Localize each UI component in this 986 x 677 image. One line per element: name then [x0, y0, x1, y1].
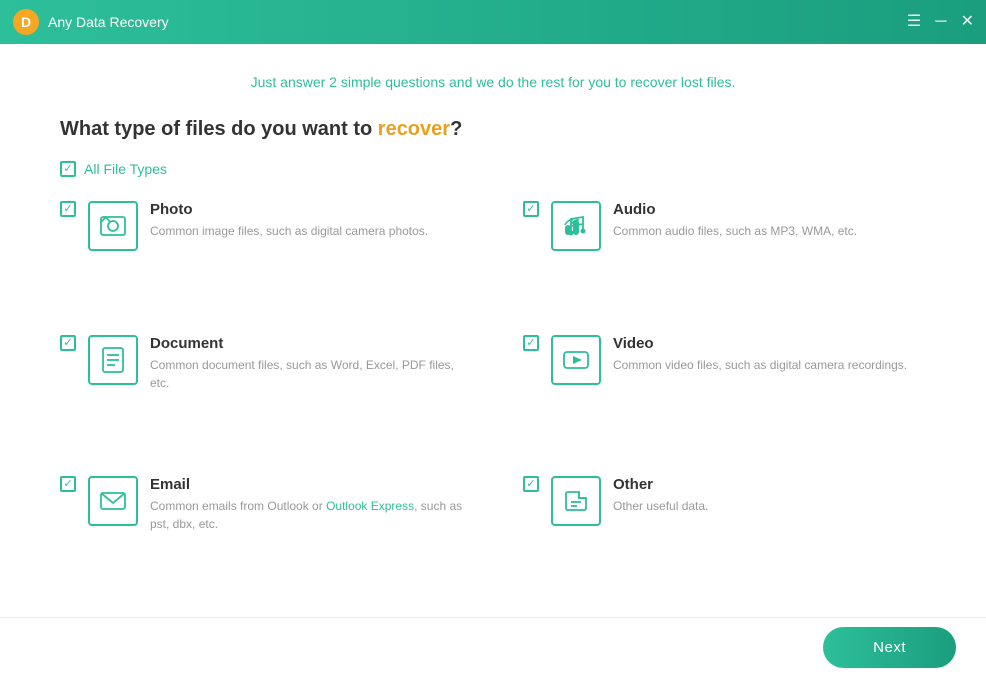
email-info: Email Common emails from Outlook or Outl… [150, 476, 463, 533]
outlook-express-link[interactable]: Outlook Express [326, 499, 414, 513]
audio-checkbox[interactable]: ✓ [523, 201, 539, 217]
other-name: Other [613, 476, 926, 493]
title-bar-left: D Any Data Recovery [12, 8, 169, 36]
video-checkbox[interactable]: ✓ [523, 335, 539, 351]
other-icon-wrap [551, 476, 601, 526]
app-title: Any Data Recovery [48, 14, 169, 30]
document-desc: Common document files, such as Word, Exc… [150, 356, 463, 392]
other-desc: Other useful data. [613, 497, 926, 515]
checkbox-checkmark: ✓ [63, 164, 72, 175]
document-checkmark: ✓ [63, 338, 72, 349]
photo-checkmark: ✓ [63, 204, 72, 215]
main-content: Just answer 2 simple questions and we do… [0, 44, 986, 617]
audio-info: Audio Common audio files, such as MP3, W… [613, 201, 926, 240]
file-type-email: ✓ Email Common emails from Outlook or Ou… [60, 476, 463, 597]
photo-info: Photo Common image files, such as digita… [150, 201, 463, 240]
email-checkmark: ✓ [63, 479, 72, 490]
other-info: Other Other useful data. [613, 476, 926, 515]
audio-icon [561, 211, 591, 241]
email-checkbox[interactable]: ✓ [60, 476, 76, 492]
other-icon [561, 486, 591, 516]
other-checkmark: ✓ [526, 479, 535, 490]
file-types-grid: ✓ Photo Common image files, such as digi… [60, 201, 926, 597]
question-text: What type of files do you want to recove… [60, 118, 926, 141]
photo-desc: Common image files, such as digital came… [150, 222, 463, 240]
email-icon [98, 486, 128, 516]
email-icon-wrap [88, 476, 138, 526]
question-highlight: recover [378, 118, 450, 140]
video-name: Video [613, 335, 926, 352]
photo-icon-wrap [88, 201, 138, 251]
file-type-video: ✓ Video Common video files, such as digi… [523, 335, 926, 456]
file-type-audio: ✓ [523, 201, 926, 315]
photo-checkbox[interactable]: ✓ [60, 201, 76, 217]
all-file-types-checkbox[interactable]: ✓ [60, 161, 76, 177]
all-file-types-label: All File Types [84, 161, 167, 177]
svg-text:D: D [21, 14, 31, 30]
all-file-types-row[interactable]: ✓ All File Types [60, 161, 926, 177]
photo-icon [98, 211, 128, 241]
email-name: Email [150, 476, 463, 493]
video-icon-wrap [551, 335, 601, 385]
title-bar: D Any Data Recovery ☰ ─ ✕ [0, 0, 986, 44]
video-desc: Common video files, such as digital came… [613, 356, 926, 374]
video-icon [561, 345, 591, 375]
menu-icon[interactable]: ☰ [907, 14, 921, 30]
document-checkbox[interactable]: ✓ [60, 335, 76, 351]
file-type-other: ✓ Other Other useful data. [523, 476, 926, 597]
audio-checkmark: ✓ [526, 204, 535, 215]
video-info: Video Common video files, such as digita… [613, 335, 926, 374]
next-button[interactable]: Next [823, 627, 956, 668]
footer: Next [0, 617, 986, 677]
close-icon[interactable]: ✕ [961, 14, 974, 30]
audio-icon-wrap [551, 201, 601, 251]
subtitle: Just answer 2 simple questions and we do… [60, 74, 926, 90]
video-checkmark: ✓ [526, 338, 535, 349]
file-type-document: ✓ Document Common document files, such a… [60, 335, 463, 456]
audio-name: Audio [613, 201, 926, 218]
document-icon [98, 345, 128, 375]
title-bar-controls: ☰ ─ ✕ [907, 14, 974, 30]
file-type-photo: ✓ Photo Common image files, such as digi… [60, 201, 463, 315]
minimize-icon[interactable]: ─ [935, 14, 946, 30]
app-logo-icon: D [12, 8, 40, 36]
email-desc: Common emails from Outlook or Outlook Ex… [150, 497, 463, 533]
other-checkbox[interactable]: ✓ [523, 476, 539, 492]
document-icon-wrap [88, 335, 138, 385]
document-info: Document Common document files, such as … [150, 335, 463, 392]
audio-desc: Common audio files, such as MP3, WMA, et… [613, 222, 926, 240]
photo-name: Photo [150, 201, 463, 218]
document-name: Document [150, 335, 463, 352]
